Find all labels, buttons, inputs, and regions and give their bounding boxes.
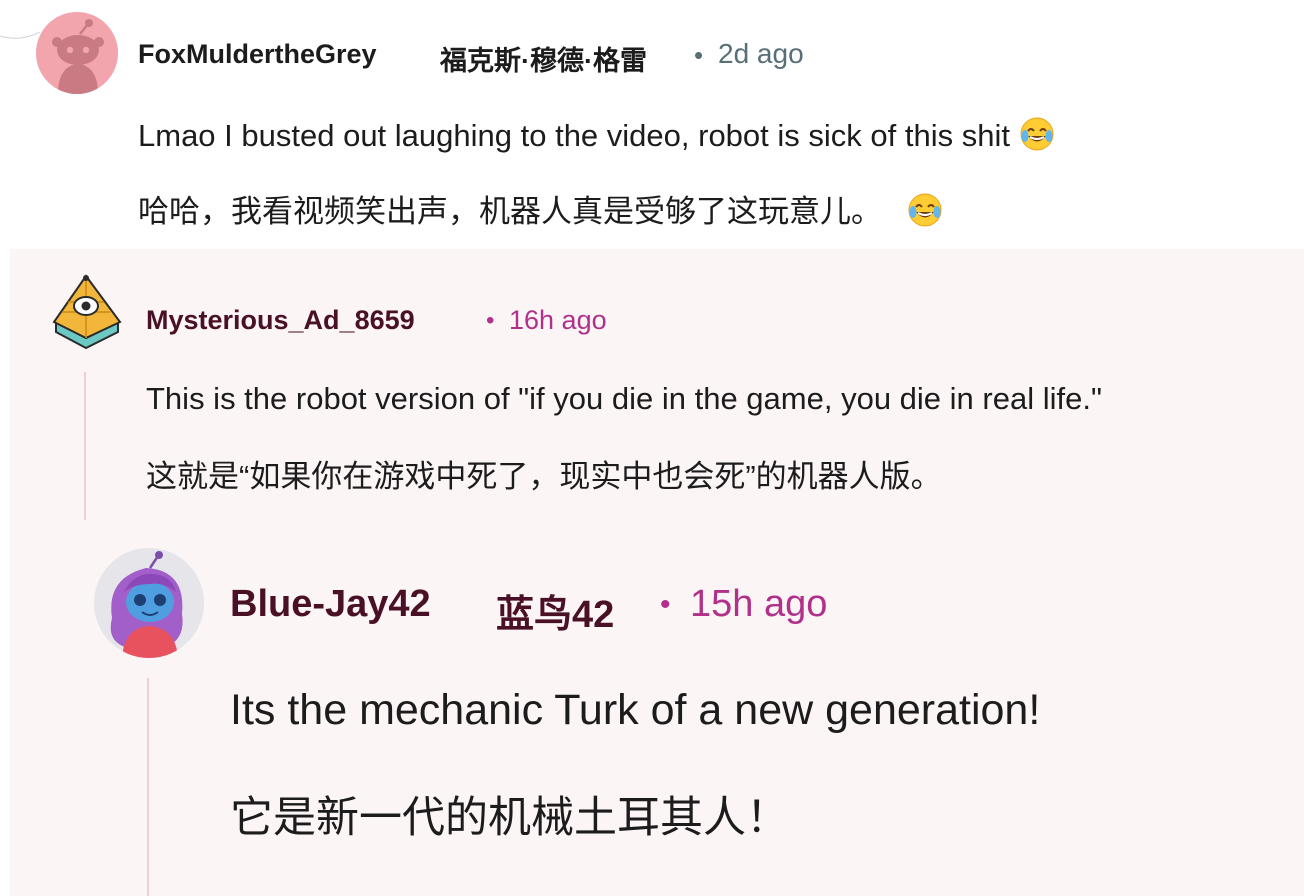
face-with-tears-of-joy-icon: [907, 192, 943, 236]
comment-timestamp[interactable]: 16h ago: [509, 305, 607, 336]
comment-author-translation: 福克斯·穆德·格雷: [440, 46, 647, 76]
comment-text-en: This is the robot version of "if you die…: [146, 381, 1102, 416]
avatar[interactable]: [48, 272, 126, 350]
face-with-tears-of-joy-icon: [1019, 116, 1055, 160]
meta-separator: •: [694, 40, 704, 70]
avatar[interactable]: [94, 548, 204, 658]
comment-author[interactable]: FoxMuldertheGrey: [138, 39, 377, 70]
thread-line[interactable]: [147, 678, 149, 896]
purple-hair-girl-avatar-icon: [94, 548, 204, 658]
thread-connector-curve: [0, 31, 40, 39]
comment-text-en: Its the mechanic Turk of a new generatio…: [230, 686, 1041, 734]
snoo-avatar-icon: [36, 12, 118, 94]
comment-author[interactable]: Mysterious_Ad_8659: [146, 305, 415, 336]
comment-timestamp[interactable]: 15h ago: [690, 583, 827, 626]
meta-separator: •: [486, 307, 495, 334]
pyramid-eye-avatar-icon: [52, 274, 122, 350]
comment-author-translation: 蓝鸟42: [496, 594, 615, 636]
comment-text-zh: 它是新一代的机械土耳其人！: [230, 794, 789, 842]
comment-text-zh: 这就是“如果你在游戏中死了，现实中也会死”的机器人版。: [146, 459, 942, 494]
comment-text-zh: 哈哈，我看视频笑出声，机器人真是受够了这玩意儿。: [138, 194, 882, 229]
avatar[interactable]: [36, 12, 118, 94]
comment-foxmulder: FoxMuldertheGrey 福克斯·穆德·格雷 • 2d ago Lmao…: [0, 0, 1304, 250]
meta-separator: •: [660, 588, 671, 621]
comment-author[interactable]: Blue-Jay42: [230, 583, 431, 626]
comment-text-en: Lmao I busted out laughing to the video,…: [138, 118, 1010, 154]
thread-line[interactable]: [84, 372, 86, 520]
comment-timestamp[interactable]: 2d ago: [718, 38, 804, 70]
